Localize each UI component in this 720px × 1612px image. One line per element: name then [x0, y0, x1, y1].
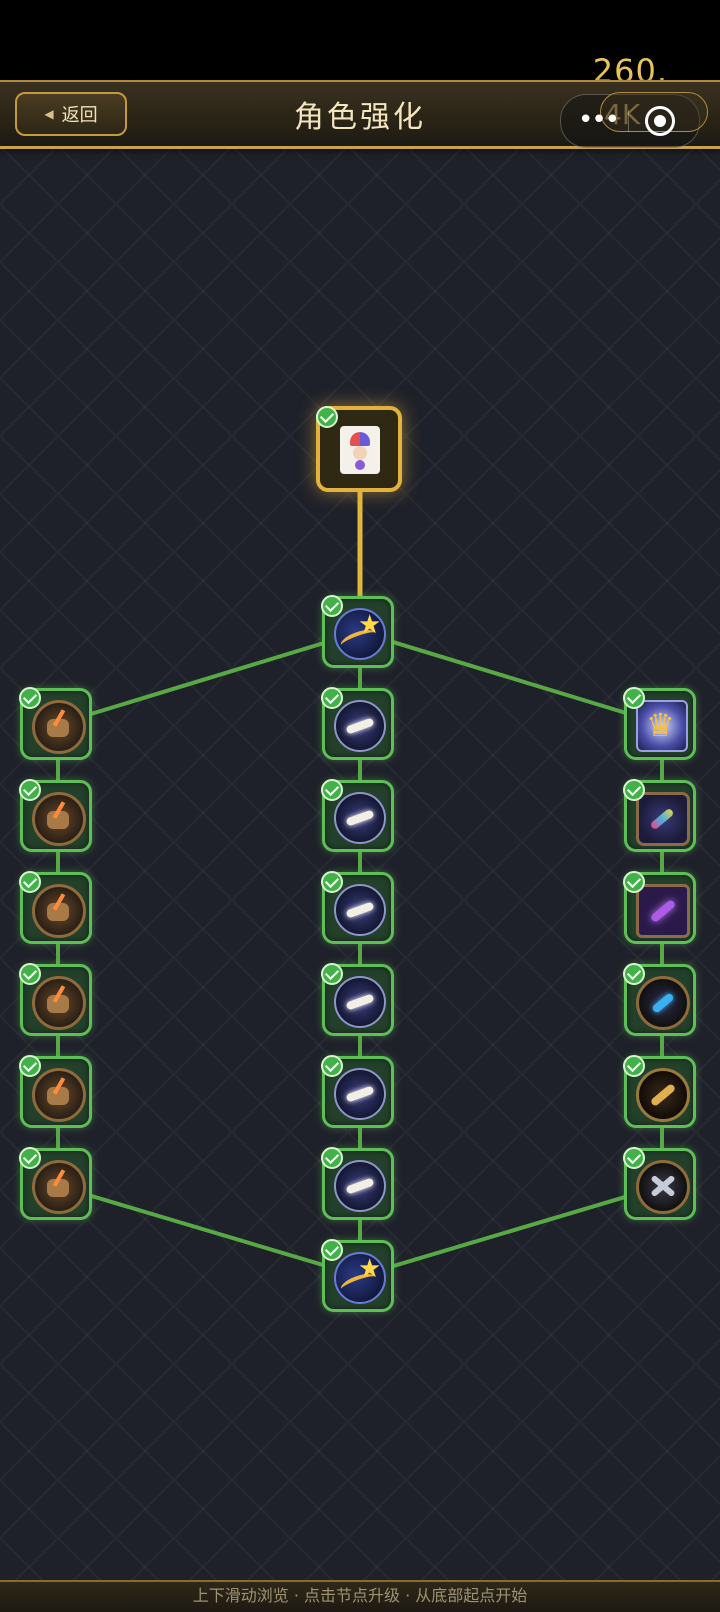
tree-node-mid-1[interactable]: [321, 687, 394, 760]
unlocked-check-icon: [623, 871, 645, 893]
purple-bone-icon: [636, 884, 690, 938]
tree-node-right-1[interactable]: [623, 687, 696, 760]
unlocked-check-icon: [623, 963, 645, 985]
unlocked-check-icon: [321, 687, 343, 709]
bone-icon: [334, 792, 386, 844]
gold-bone-icon: [636, 1068, 690, 1122]
tree-node-left-3[interactable]: [19, 871, 92, 944]
unlocked-check-icon: [623, 1147, 645, 1169]
jester-card-icon: [340, 426, 380, 474]
tree-node-mid-6[interactable]: [321, 1147, 394, 1220]
blue-bone-icon: [636, 976, 690, 1030]
tree-node-right-6[interactable]: [623, 1147, 696, 1220]
tree-node-start-top[interactable]: [321, 595, 394, 668]
unlocked-check-icon: [321, 1055, 343, 1077]
unlocked-check-icon: [316, 406, 338, 428]
bone-icon: [334, 1160, 386, 1212]
bone-icon: [334, 1068, 386, 1120]
bag-icon: [32, 792, 86, 846]
unlocked-check-icon: [321, 1239, 343, 1261]
unlocked-check-icon: [19, 1055, 41, 1077]
unlocked-check-icon: [623, 779, 645, 801]
unlocked-check-icon: [19, 963, 41, 985]
tree-node-left-5[interactable]: [19, 1055, 92, 1128]
crown-icon: [636, 700, 688, 752]
background-pattern: [0, 146, 720, 1580]
footer-hint: 上下滑动浏览 · 点击节点升级 · 从底部起点开始: [0, 1580, 720, 1612]
bone-icon: [334, 884, 386, 936]
unlocked-check-icon: [321, 1147, 343, 1169]
rainbow-bone-icon: [636, 792, 690, 846]
more-menu-icon[interactable]: •••: [576, 98, 620, 142]
tree-node-right-3[interactable]: [623, 871, 696, 944]
tree-node-mid-2[interactable]: [321, 779, 394, 852]
unlocked-check-icon: [321, 963, 343, 985]
tree-node-left-6[interactable]: [19, 1147, 92, 1220]
status-bar: 260.: [0, 0, 720, 90]
star-orb-icon: [334, 1252, 386, 1304]
tree-node-right-2[interactable]: [623, 779, 696, 852]
tree-node-left-2[interactable]: [19, 779, 92, 852]
unlocked-check-icon: [623, 1055, 645, 1077]
star-orb-icon: [334, 608, 386, 660]
close-target-icon[interactable]: [645, 106, 675, 136]
unlocked-check-icon: [623, 687, 645, 709]
bag-icon: [32, 884, 86, 938]
tree-node-left-1[interactable]: [19, 687, 92, 760]
tree-node-right-4[interactable]: [623, 963, 696, 1036]
bone-icon: [334, 700, 386, 752]
tree-node-root[interactable]: [316, 406, 402, 492]
unlocked-check-icon: [321, 871, 343, 893]
unlocked-check-icon: [321, 779, 343, 801]
crossed-bones-icon: [636, 1160, 690, 1214]
unlocked-check-icon: [321, 595, 343, 617]
bag-icon: [32, 700, 86, 754]
tree-node-mid-5[interactable]: [321, 1055, 394, 1128]
tree-node-right-5[interactable]: [623, 1055, 696, 1128]
unlocked-check-icon: [19, 687, 41, 709]
unlocked-check-icon: [19, 871, 41, 893]
tree-node-start-bottom[interactable]: [321, 1239, 394, 1312]
bag-icon: [32, 1068, 86, 1122]
tree-node-left-4[interactable]: [19, 963, 92, 1036]
tree-node-mid-3[interactable]: [321, 871, 394, 944]
header-bar: ◀ 返回 角色强化 4K •••: [0, 80, 720, 149]
tree-node-mid-4[interactable]: [321, 963, 394, 1036]
bag-icon: [32, 976, 86, 1030]
bone-icon: [334, 976, 386, 1028]
unlocked-check-icon: [19, 779, 41, 801]
unlocked-check-icon: [19, 1147, 41, 1169]
bag-icon: [32, 1160, 86, 1214]
capsule-divider: [628, 110, 629, 132]
